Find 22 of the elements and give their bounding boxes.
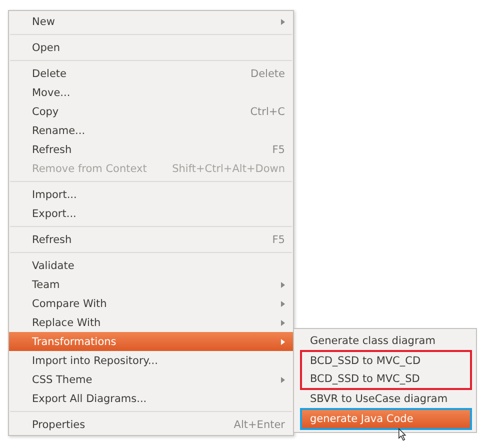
menu-item[interactable]: Compare With [9, 294, 293, 313]
menu-item[interactable]: Open [9, 38, 293, 57]
menu-item[interactable]: Rename... [9, 121, 293, 140]
menu-item[interactable]: Export All Diagrams... [9, 389, 293, 408]
menu-item[interactable]: Replace With [9, 313, 293, 332]
menu-item[interactable]: Validate [9, 256, 293, 275]
menu-item[interactable]: Move... [9, 83, 293, 102]
menu-item[interactable]: Copy Ctrl+C [9, 102, 293, 121]
menu-item[interactable]: Team [9, 275, 293, 294]
menu-item[interactable]: Refresh F5 [9, 230, 293, 249]
menu-item[interactable]: Import into Repository... [9, 351, 293, 370]
submenu-item[interactable]: Generate class diagram [302, 332, 470, 350]
menu-item[interactable]: Properties Alt+Enter [9, 415, 293, 434]
menu-item[interactable]: New [9, 12, 293, 31]
submenu-item[interactable]: BCD_SSD to MVC_CD [302, 352, 470, 370]
menu-item[interactable]: CSS Theme [9, 370, 293, 389]
submenu-item[interactable]: SBVR to UseCase diagram [302, 390, 470, 408]
menu-item[interactable]: Refresh F5 [9, 140, 293, 159]
menu-item[interactable]: Import... [9, 185, 293, 204]
submenu-item[interactable]: BCD_SSD to MVC_SD [302, 370, 470, 388]
menu-item[interactable]: Delete Delete [9, 64, 293, 83]
menu-item[interactable]: Export... [9, 204, 293, 223]
